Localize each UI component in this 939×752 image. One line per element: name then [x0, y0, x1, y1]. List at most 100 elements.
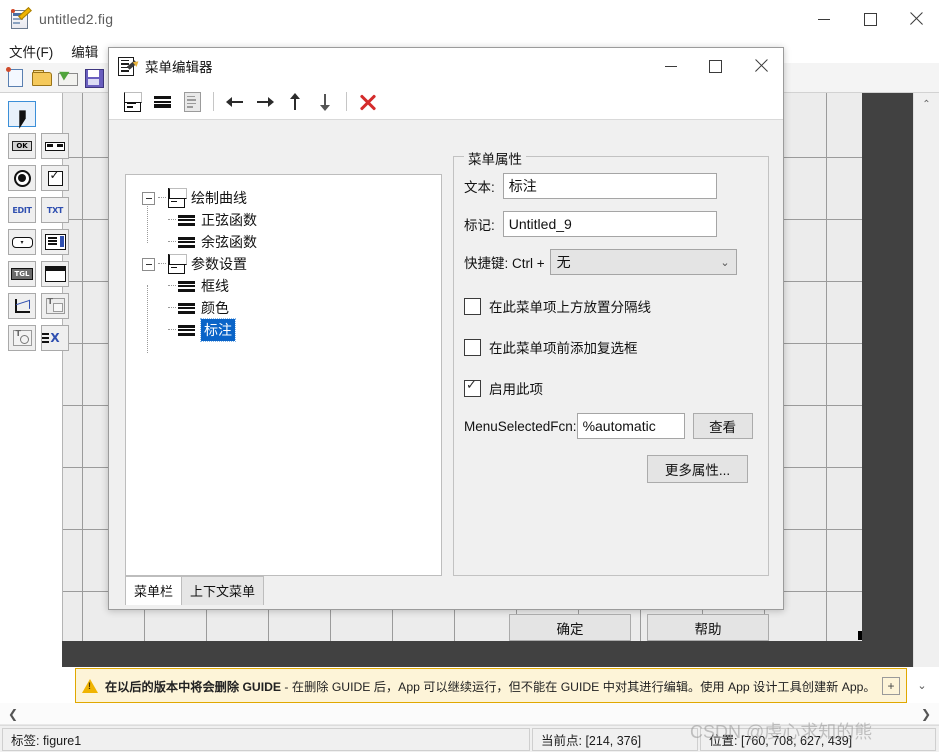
tab-menubar[interactable]: 菜单栏 [125, 576, 183, 605]
activex-tool[interactable]: X [41, 325, 69, 351]
enable-checkbox-row[interactable]: 启用此项 [464, 377, 543, 398]
listbox-tool[interactable] [41, 229, 69, 255]
tab-context-menu[interactable]: 上下文菜单 [181, 576, 265, 605]
edit-text-icon: EDIT [12, 205, 32, 215]
menu-editor-dialog[interactable]: 菜单编辑器 绘制曲线 正弦函数 余弦函数 参数设置 框线 颜色 标注 菜单栏 上… [108, 47, 784, 641]
tree-node-item[interactable]: 余弦函数 [142, 231, 441, 253]
tree-node-label[interactable]: 框线 [201, 276, 229, 296]
vertical-scrollbar[interactable]: ⌃ [913, 93, 939, 667]
new-menu-button[interactable] [117, 89, 147, 115]
close-button[interactable] [893, 0, 939, 38]
new-menu-item-button[interactable] [147, 89, 177, 115]
menu-edit[interactable]: 编辑 [62, 39, 107, 63]
open-icon[interactable] [30, 66, 54, 90]
separator-checkbox-row[interactable]: 在此菜单项上方放置分隔线 [464, 296, 651, 316]
dialog-title: 菜单编辑器 [145, 60, 213, 75]
delete-button[interactable] [353, 89, 383, 115]
tag-label: 标记: [464, 218, 495, 233]
enable-checkbox[interactable] [464, 377, 481, 397]
maximize-button[interactable] [847, 0, 893, 38]
tree-node-label[interactable]: 余弦函数 [201, 232, 257, 252]
check-box-tool[interactable] [41, 165, 69, 191]
dialog-maximize-button[interactable] [693, 48, 738, 84]
move-up-button[interactable] [280, 89, 310, 115]
dialog-minimize-button[interactable] [648, 48, 693, 84]
warning-rest-text: - 在删除 GUIDE 后，App 可以继续运行，但不能在 GUIDE 中对其进… [281, 679, 876, 694]
menu-tree-panel[interactable]: 绘制曲线 正弦函数 余弦函数 参数设置 框线 颜色 标注 [125, 174, 442, 576]
radio-button-tool[interactable] [8, 165, 36, 191]
tag-input[interactable]: Untitled_9 [502, 211, 717, 237]
tree-node-item[interactable]: 框线 [142, 275, 441, 297]
tree-node-label[interactable]: 参数设置 [191, 254, 247, 274]
dialog-close-button[interactable] [738, 48, 783, 84]
edit-text-tool[interactable]: EDIT [8, 197, 36, 223]
canvas-dark-region-right [862, 93, 914, 660]
checkmark-checkbox-row[interactable]: 在此菜单项前添加复选框 [464, 337, 638, 357]
tree-node-item-selected[interactable]: 标注 [142, 318, 441, 342]
panel-icon: T [45, 297, 65, 314]
accelerator-select[interactable]: 无 ⌄ [549, 249, 737, 275]
scroll-right-icon[interactable]: ❯ [921, 707, 931, 721]
status-position: 位置: [760, 708, 627, 439] [700, 728, 936, 751]
slider-tool[interactable] [41, 133, 69, 159]
table-tool[interactable] [41, 261, 69, 287]
pop-up-menu-tool[interactable]: ▾ [8, 229, 36, 255]
arrow-left-icon [225, 93, 245, 111]
horizontal-scroll-row[interactable]: ❮ ❯ [0, 703, 939, 725]
toolbar-separator-2 [346, 92, 347, 111]
dialog-body: 绘制曲线 正弦函数 余弦函数 参数设置 框线 颜色 标注 菜单栏 上下文菜单 菜… [109, 120, 783, 641]
move-right-button[interactable] [250, 89, 280, 115]
push-button-tool[interactable]: OK [8, 133, 36, 159]
tree-node-menu[interactable]: 参数设置 [142, 253, 441, 275]
button-group-tool[interactable]: T [8, 325, 36, 351]
minimize-button[interactable] [801, 0, 847, 38]
select-tool[interactable] [8, 101, 36, 129]
text-input[interactable]: 标注 [502, 173, 717, 199]
scroll-left-icon[interactable]: ❮ [8, 707, 18, 721]
save-icon[interactable] [82, 66, 106, 90]
properties-legend: 菜单属性 [464, 148, 526, 168]
warning-expand-button[interactable]: + [882, 676, 900, 695]
menu-item-node-icon [178, 280, 195, 292]
callback-input[interactable]: %automatic [576, 413, 685, 439]
statusbar: 标签: figure1 当前点: [214, 376] 位置: [760, 70… [0, 725, 939, 752]
tree-node-item[interactable]: 正弦函数 [142, 209, 441, 231]
menu-file[interactable]: 文件(F) [0, 39, 62, 63]
toggle-button-tool[interactable]: TGL [8, 261, 36, 287]
text-row: 文本: 标注 [464, 173, 760, 199]
panel-tool[interactable]: T [41, 293, 69, 319]
export-icon[interactable] [56, 66, 80, 90]
scroll-up-icon[interactable]: ⌃ [914, 93, 939, 115]
new-context-menu-button[interactable] [177, 89, 207, 115]
menu-item-node-icon [178, 214, 195, 226]
tree-dots [158, 197, 166, 199]
slider-icon [45, 141, 65, 151]
dialog-controls [648, 48, 783, 84]
help-button[interactable]: 帮助 [647, 614, 769, 641]
static-text-tool[interactable]: TXT [41, 197, 69, 223]
canvas-dark-region-bottom [62, 641, 914, 667]
new-icon[interactable] [4, 66, 28, 90]
new-menu-item-icon [153, 95, 171, 108]
expander-collapse-icon[interactable] [142, 257, 155, 271]
axes-tool[interactable] [8, 293, 36, 319]
move-down-button[interactable] [310, 89, 340, 115]
dialog-titlebar: 菜单编辑器 [109, 48, 783, 84]
tree-node-label-selected[interactable]: 标注 [200, 318, 236, 342]
toggle-button-icon: TGL [10, 268, 34, 280]
tree-node-label[interactable]: 颜色 [201, 298, 229, 318]
more-properties-button[interactable]: 更多属性... [647, 455, 748, 483]
status-tag: 标签: figure1 [2, 728, 530, 751]
warning-collapse-caret-icon[interactable]: ⌄ [913, 676, 931, 694]
view-callback-button[interactable]: 查看 [692, 413, 753, 439]
accelerator-value: 无 [556, 254, 571, 270]
checkmark-checkbox[interactable] [464, 338, 481, 356]
tree-node-item[interactable]: 颜色 [142, 297, 441, 319]
separator-checkbox[interactable] [464, 297, 481, 315]
expander-collapse-icon[interactable] [142, 191, 155, 205]
move-left-button[interactable] [220, 89, 250, 115]
tree-node-label[interactable]: 绘制曲线 [191, 188, 247, 208]
tree-node-label[interactable]: 正弦函数 [201, 210, 257, 230]
tree-node-menu[interactable]: 绘制曲线 [142, 187, 441, 209]
ok-button[interactable]: 确定 [509, 614, 631, 641]
